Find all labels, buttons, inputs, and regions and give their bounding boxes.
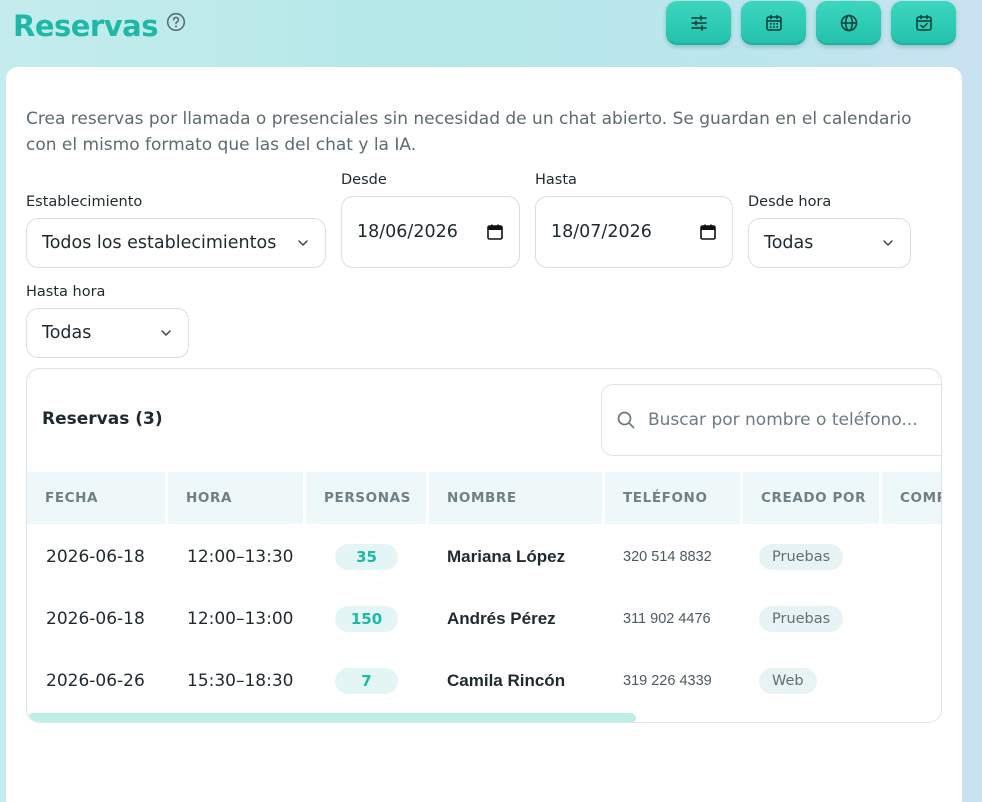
- column-header-fecha[interactable]: FECHA: [27, 472, 165, 524]
- table-row[interactable]: 2026-06-18 12:00–13:30 35 Mariana López …: [27, 537, 941, 577]
- column-header-telefono[interactable]: TELÉFONO: [605, 472, 740, 524]
- creado-por-badge: Pruebas: [759, 544, 844, 570]
- hasta-hora-label: Hasta hora: [26, 284, 106, 300]
- column-header-creado-por[interactable]: CREADO POR: [743, 472, 879, 524]
- cell-hora: 15:30–18:30: [187, 671, 294, 691]
- search-input[interactable]: [648, 410, 941, 430]
- column-header-hora[interactable]: HORA: [168, 472, 303, 524]
- calendar-check-icon: [915, 14, 932, 31]
- personas-pill: 7: [335, 668, 398, 694]
- hasta-value: 18/07/2026: [551, 222, 652, 242]
- toolbar: [666, 1, 956, 45]
- cell-fecha: 2026-06-18: [46, 547, 145, 567]
- personas-pill: 150: [335, 606, 398, 632]
- chevron-down-icon: [883, 240, 893, 247]
- cell-nombre: Andrés Pérez: [447, 609, 556, 628]
- desde-hora-label: Desde hora: [748, 194, 832, 210]
- search-icon: [617, 411, 635, 429]
- column-header-nombre[interactable]: NOMBRE: [429, 472, 602, 524]
- horizontal-scrollbar[interactable]: [28, 713, 636, 722]
- table-row[interactable]: 2026-06-18 12:00–13:00 150 Andrés Pérez …: [27, 599, 941, 639]
- page-title: Reservas: [13, 9, 158, 43]
- column-header-personas[interactable]: PERSONAS: [306, 472, 426, 524]
- table-header: FECHA HORA PERSONAS NOMBRE TELÉFONO CREA…: [27, 472, 941, 524]
- table-row[interactable]: 2026-06-26 15:30–18:30 7 Camila Rincón 3…: [27, 661, 941, 701]
- establecimiento-label: Establecimiento: [26, 194, 143, 210]
- cell-fecha: 2026-06-18: [46, 609, 145, 629]
- question-circle-icon[interactable]: [166, 12, 186, 32]
- column-header-comp[interactable]: COMP: [882, 472, 941, 524]
- chevron-down-icon: [161, 330, 171, 337]
- cell-telefono: 311 902 4476: [623, 611, 711, 627]
- personas-pill: 35: [335, 544, 398, 570]
- sliders-icon: [690, 15, 707, 31]
- hasta-date-input[interactable]: 18/07/2026: [535, 196, 733, 268]
- hasta-label: Hasta: [535, 172, 577, 188]
- cell-fecha: 2026-06-26: [46, 671, 145, 691]
- chevron-down-icon: [298, 240, 308, 247]
- hasta-hora-value: Todas: [42, 323, 92, 343]
- cell-telefono: 320 514 8832: [623, 549, 712, 565]
- cell-nombre: Camila Rincón: [447, 671, 566, 690]
- cell-hora: 12:00–13:00: [187, 609, 294, 629]
- creado-por-badge: Web: [759, 668, 817, 694]
- desde-label: Desde: [341, 172, 387, 188]
- calendar-button[interactable]: [741, 1, 806, 45]
- calendar-check-button[interactable]: [891, 1, 956, 45]
- web-button[interactable]: [816, 1, 881, 45]
- intro-text: Crea reservas por llamada o presenciales…: [26, 109, 912, 155]
- search-box[interactable]: [601, 384, 941, 456]
- desde-hora-select[interactable]: Todas: [748, 218, 911, 268]
- desde-hora-value: Todas: [764, 233, 814, 253]
- globe-icon: [840, 14, 857, 32]
- hasta-hora-select[interactable]: Todas: [26, 308, 189, 358]
- calendar-icon: [765, 14, 782, 31]
- reservas-title: Reservas (3): [42, 409, 163, 429]
- desde-date-input[interactable]: 18/06/2026: [341, 196, 520, 268]
- establecimiento-select[interactable]: Todos los establecimientos: [26, 218, 326, 268]
- desde-value: 18/06/2026: [357, 222, 458, 242]
- cell-nombre: Mariana López: [447, 547, 566, 566]
- cell-telefono: 319 226 4339: [623, 673, 712, 689]
- reservas-table-card: Reservas (3) FECHA HORA PERSONAS NOMBRE …: [26, 368, 942, 723]
- creado-por-badge: Pruebas: [759, 606, 844, 632]
- cell-hora: 12:00–13:30: [187, 547, 294, 567]
- establecimiento-value: Todos los establecimientos: [42, 233, 277, 253]
- calendar-icon[interactable]: [699, 223, 717, 241]
- filters-button[interactable]: [666, 1, 731, 45]
- calendar-icon[interactable]: [486, 223, 504, 241]
